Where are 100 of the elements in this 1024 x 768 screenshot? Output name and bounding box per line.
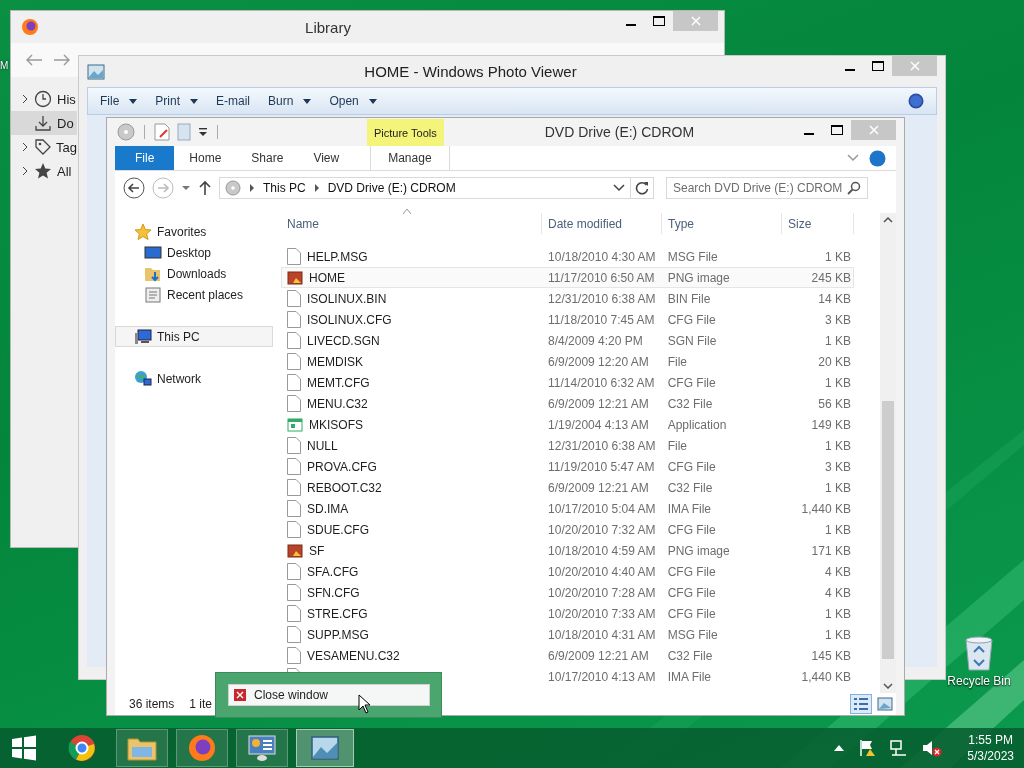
file-row[interactable]: SDUE.CFG 10/20/2010 7:32 AM CFG File 1 KB xyxy=(281,519,854,540)
file-row[interactable]: MENU.C32 6/9/2009 12:21 AM C32 File 56 KB xyxy=(281,393,854,414)
close-window-button[interactable]: Close window xyxy=(228,684,430,706)
menu-item[interactable]: Burn xyxy=(268,94,312,108)
file-row[interactable]: STRE.CFG 10/20/2010 7:33 AM CFG File 1 KB xyxy=(281,603,854,624)
show-hidden-icons-icon[interactable] xyxy=(834,745,845,751)
clock-time[interactable]: 1:55 PM xyxy=(968,732,1013,748)
close-icon xyxy=(909,61,920,71)
navigation-item[interactable]: Network xyxy=(115,368,273,389)
close-icon xyxy=(690,16,701,26)
taskbar-button[interactable] xyxy=(236,729,288,767)
expand-ribbon-icon[interactable] xyxy=(847,154,859,162)
image-file-icon xyxy=(287,269,303,286)
customize-dropdown-icon[interactable] xyxy=(198,127,208,137)
address-bar[interactable]: This PC DVD Drive (E:) CDROM xyxy=(219,177,631,199)
sidebar-item[interactable]: His xyxy=(11,87,77,111)
file-row[interactable]: SD.IMA 10/17/2010 5:04 AM IMA File 1,440 KB xyxy=(281,498,854,519)
large-icons-view-button[interactable] xyxy=(874,694,896,714)
file-row[interactable]: SFA.CFG 10/20/2010 4:40 AM CFG File 4 KB xyxy=(281,561,854,582)
file-icon xyxy=(287,605,301,622)
maximize-icon xyxy=(872,61,884,71)
clock-date[interactable]: 5/3/2023 xyxy=(967,748,1014,764)
file-row[interactable]: MEMDISK 6/9/2009 12:20 AM File 20 KB xyxy=(281,351,854,372)
file-name: HELP.MSG xyxy=(307,249,368,264)
taskbar-button[interactable] xyxy=(296,729,354,767)
file-row[interactable]: REBOOT.C32 6/9/2009 12:21 AM C32 File 1 KB xyxy=(281,477,854,498)
volume-muted-icon[interactable] xyxy=(922,739,943,757)
file-icon xyxy=(287,395,301,412)
file-row[interactable]: SUPP.MSG 10/18/2010 4:31 AM MSG File 1 KB xyxy=(281,624,854,645)
details-view-button[interactable] xyxy=(850,694,872,714)
file-row[interactable]: ISOLINUX.CFG 11/18/2010 7:45 AM CFG File 3 KB xyxy=(281,309,854,330)
file-row[interactable]: ISOLINUX.BIN 12/31/2010 6:38 AM BIN File 14 KB xyxy=(281,288,854,309)
column-header[interactable]: Date modified xyxy=(542,213,662,234)
refresh-button[interactable] xyxy=(630,177,654,199)
ribbon-tab[interactable]: Share xyxy=(236,146,299,170)
menu-item[interactable]: Open xyxy=(329,94,377,108)
file-icon xyxy=(287,563,301,580)
navigation-item[interactable]: Favorites xyxy=(115,221,273,242)
ribbon-tab[interactable]: View xyxy=(298,146,355,170)
size-cell-text: 1 KB xyxy=(823,480,852,495)
file-name: ISOLINUX.BIN xyxy=(307,291,387,306)
file-row[interactable]: HELP.MSG 10/18/2010 4:30 AM MSG File 1 KB xyxy=(281,246,854,267)
scrollbar[interactable] xyxy=(880,213,896,693)
file-icon xyxy=(287,437,301,454)
file-icon xyxy=(287,626,301,643)
file-name: MEMDISK xyxy=(307,354,363,369)
type-cell-text: Application xyxy=(666,417,728,432)
fox-icon xyxy=(21,18,39,36)
file-row[interactable]: MKISOFS 1/19/2004 4:13 AM Application 149 KB xyxy=(281,414,854,435)
file-icon xyxy=(287,332,301,349)
size-cell-text: 1 KB xyxy=(823,375,852,390)
back-icon[interactable] xyxy=(123,177,145,199)
navigation-item[interactable]: Recent places xyxy=(115,284,273,305)
file-row[interactable]: LIVECD.SGN 8/4/2009 4:20 PM SGN File 1 KB xyxy=(281,330,854,351)
file-name: SUPP.MSG xyxy=(307,627,369,642)
file-icon xyxy=(287,458,301,475)
file-row[interactable]: HOME 11/17/2010 6:50 AM PNG image 245 KB xyxy=(281,267,854,288)
menu-item[interactable]: File xyxy=(100,94,138,108)
taskbar-button[interactable] xyxy=(116,729,168,767)
file-name: LIVECD.SGN xyxy=(307,333,380,348)
dropdown-icon xyxy=(368,98,377,104)
date-cell-text: 11/19/2010 5:47 AM xyxy=(547,459,656,474)
file-row[interactable]: MEMT.CFG 11/14/2010 6:32 AM CFG File 1 KB xyxy=(281,372,854,393)
sidebar-item[interactable]: All xyxy=(11,159,77,183)
date-cell-text: 10/18/2010 4:59 AM xyxy=(547,543,657,558)
file-row[interactable]: PROVA.CFG 11/19/2010 5:47 AM CFG File 3 KB xyxy=(281,456,854,477)
sidebar-item[interactable]: Do xyxy=(11,111,77,135)
forward-icon[interactable] xyxy=(53,53,71,67)
flag-icon[interactable] xyxy=(858,739,877,757)
desktop-icon xyxy=(144,244,162,261)
menu-item[interactable]: Print xyxy=(155,94,199,108)
network-icon[interactable] xyxy=(890,739,909,757)
date-cell-text: 10/20/2010 7:32 AM xyxy=(547,522,657,537)
column-header[interactable]: Type xyxy=(662,213,782,234)
properties-icon[interactable] xyxy=(154,123,170,141)
file-name: SD.IMA xyxy=(307,501,349,516)
navigation-item[interactable]: Desktop xyxy=(115,242,273,263)
sidebar-item[interactable]: Tag xyxy=(11,135,77,159)
up-icon[interactable] xyxy=(198,180,212,196)
column-header[interactable]: Name xyxy=(281,213,542,234)
search-field[interactable]: Search DVD Drive (E:) CDROM xyxy=(666,177,868,199)
disc-icon xyxy=(225,180,241,196)
navigation-item[interactable]: This PC xyxy=(115,326,273,347)
ribbon-tab[interactable]: Home xyxy=(174,146,237,170)
file-row[interactable]: NULL 12/31/2010 6:38 AM File 1 KB xyxy=(281,435,854,456)
clock-icon xyxy=(34,90,52,108)
navigation-item[interactable]: Downloads xyxy=(115,263,273,284)
menu-item[interactable]: E-mail xyxy=(216,94,251,108)
column-header[interactable]: Size xyxy=(782,213,854,234)
ribbon-tab[interactable]: File xyxy=(115,146,175,170)
recycle-bin-label[interactable]: Recycle Bin xyxy=(947,674,1011,688)
dropdown-icon xyxy=(303,98,312,104)
ribbon-tab[interactable]: Manage xyxy=(370,146,450,170)
file-row[interactable]: VESAMENU.C32 6/9/2009 12:21 AM C32 File 145 KB xyxy=(281,645,854,666)
recent-locations-icon[interactable] xyxy=(181,185,191,191)
date-cell-text: 12/31/2010 6:38 AM xyxy=(547,291,657,306)
file-row[interactable]: SFN.CFG 10/20/2010 7:28 AM CFG File 4 KB xyxy=(281,582,854,603)
date-cell-text: 6/9/2009 12:21 AM xyxy=(547,648,650,663)
file-row[interactable]: SF 10/18/2010 4:59 AM PNG image 171 KB xyxy=(281,540,854,561)
application-icon xyxy=(287,416,303,433)
